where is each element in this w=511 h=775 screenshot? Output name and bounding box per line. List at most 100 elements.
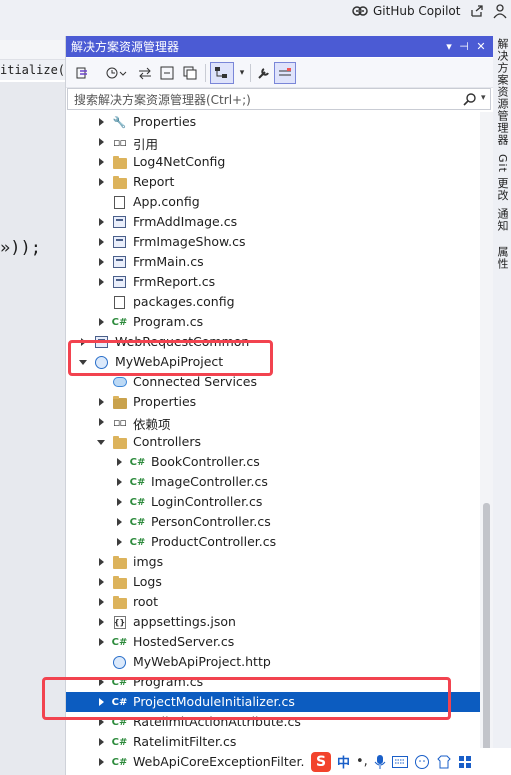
expand-arrow-icon[interactable] [96,256,106,268]
tree-item[interactable]: C# BookController.cs [66,452,480,472]
tree-item[interactable]: Log4NetConfig [66,152,480,172]
tree-item[interactable]: root [66,592,480,612]
copy-icon[interactable] [180,62,200,84]
tree-item[interactable]: FrmAddImage.cs [66,212,480,232]
dropdown-icon[interactable]: ▾ [236,62,248,84]
tree-item[interactable]: FrmReport.cs [66,272,480,292]
expand-arrow-icon[interactable] [114,476,124,488]
panel-options-button[interactable]: ▾ [442,40,456,54]
expand-arrow-icon[interactable] [96,236,106,248]
folder-icon [112,155,127,169]
tree-item[interactable]: FrmMain.cs [66,252,480,272]
tab-notifications[interactable]: 通知 [494,208,510,232]
tab-properties[interactable]: 属性 [494,246,510,270]
expand-arrow-icon[interactable] [96,316,106,328]
tree-item[interactable]: Properties [66,392,480,412]
expand-arrow-icon[interactable] [96,176,106,188]
tab-git-changes[interactable]: Git 更改 [494,154,510,201]
tree-item-label: FrmMain.cs [133,254,204,269]
tab-solution-explorer[interactable]: 解决方案资源管理器 [494,38,510,146]
expand-arrow-icon[interactable] [96,576,106,588]
code-line: itialize(ISer [0,63,65,77]
folder-icon [112,595,127,609]
cloud-icon [112,375,127,389]
tree-item[interactable]: App.config [66,192,480,212]
tree-item[interactable]: FrmImageShow.cs [66,232,480,252]
expand-arrow-icon[interactable] [96,396,106,408]
tree-item-label: BookController.cs [151,454,260,469]
tree-item[interactable]: C# PersonController.cs [66,512,480,532]
expand-arrow-icon[interactable] [114,536,124,548]
tree-item[interactable]: C# LoginController.cs [66,492,480,512]
expand-arrow-icon[interactable] [96,416,106,428]
tree-item[interactable]: Report [66,172,480,192]
ime-punct[interactable]: •, [356,754,368,769]
tree-item-label: Program.cs [133,314,204,329]
collapse-arrow-icon[interactable] [96,436,106,448]
skin-icon[interactable] [436,755,452,769]
user-account-icon[interactable] [493,3,507,19]
tree-item[interactable]: Controllers [66,432,480,452]
expand-arrow-icon[interactable] [96,556,106,568]
tree-item-label: ProductController.cs [151,534,277,549]
references-icon: ▫▫ [113,135,127,149]
expand-arrow-icon[interactable] [96,116,106,128]
tree-item[interactable]: C# ProductController.cs [66,532,480,552]
preview-icon[interactable] [274,62,296,84]
config-icon [112,295,127,309]
share-icon[interactable] [470,4,484,18]
show-all-files-icon[interactable] [210,62,234,84]
tree-item[interactable]: 🔧 Properties [66,112,480,132]
expand-arrow-icon[interactable] [96,216,106,228]
collapse-all-icon[interactable] [157,62,177,84]
ime-logo[interactable]: S [311,751,331,772]
microphone-icon[interactable] [374,754,386,770]
expand-arrow-icon[interactable] [114,456,124,468]
close-button[interactable]: ✕ [474,40,488,54]
expand-arrow-icon[interactable] [96,156,106,168]
tree-item[interactable]: MyWebApiProject.http [66,652,480,672]
tree-scrollbar-thumb[interactable] [483,503,490,760]
keyboard-icon[interactable] [391,755,408,768]
expand-arrow-icon[interactable] [96,616,106,628]
search-icon[interactable] [463,92,477,106]
tree-item[interactable]: ▫▫ 引用 [66,132,480,152]
history-icon[interactable] [102,62,130,84]
github-copilot-button[interactable]: GitHub Copilot [352,0,460,22]
expand-arrow-icon[interactable] [96,276,106,288]
expand-arrow-icon[interactable] [96,636,106,648]
tree-item-label: FrmAddImage.cs [133,214,238,229]
editor-scrollbar[interactable] [0,82,65,775]
tree-item-label: Properties [133,114,197,129]
tree-item[interactable]: {} appsettings.json [66,612,480,632]
expand-arrow-icon[interactable] [96,736,106,748]
tree-item[interactable]: ▫▫ 依赖项 [66,412,480,432]
tree-item-label: WebApiCoreExceptionFilter.cs [133,754,318,769]
copilot-label: GitHub Copilot [373,4,461,18]
copilot-icon [352,6,368,16]
tree-item[interactable]: C# ImageController.cs [66,472,480,492]
expand-arrow-icon[interactable] [96,756,106,768]
expand-arrow-icon[interactable] [114,516,124,528]
tree-item[interactable]: packages.config [66,292,480,312]
ime-mode[interactable]: 中 [337,752,350,771]
tree-item-label: Log4NetConfig [133,154,226,169]
search-input[interactable]: 搜索解决方案资源管理器(Ctrl+;) [67,88,491,110]
search-options-icon[interactable]: ▾ [481,93,486,103]
expand-arrow-icon[interactable] [114,496,124,508]
expand-arrow-icon[interactable] [96,596,106,608]
properties-wrench-icon[interactable] [254,62,274,84]
http-icon [112,655,127,669]
apps-grid-icon[interactable] [458,755,472,769]
tree-item[interactable]: C# Program.cs [66,312,480,332]
tree-item[interactable]: Logs [66,572,480,592]
pin-button[interactable]: ⊣ [457,40,471,54]
sync-icon[interactable] [72,62,92,84]
tree-item-label: 引用 [133,137,159,152]
tree-item[interactable]: imgs [66,552,480,572]
back-forward-icon[interactable] [135,62,155,84]
json-icon: {} [113,615,126,629]
emoji-icon[interactable] [414,754,430,770]
tree-item[interactable]: C# HostedServer.cs [66,632,480,652]
expand-arrow-icon[interactable] [96,136,106,148]
